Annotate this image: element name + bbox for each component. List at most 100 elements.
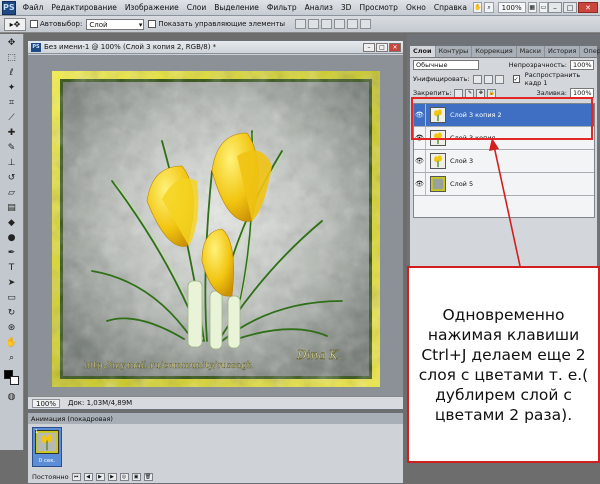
menu-layers[interactable]: Слои [183, 3, 211, 12]
autoselect-option[interactable]: Автовыбор: [30, 20, 82, 28]
align-right-icon[interactable] [360, 19, 372, 29]
marquee-tool-icon[interactable]: ⬚ [3, 51, 20, 64]
eyedropper-tool-icon[interactable]: ⟋ [3, 111, 20, 124]
frame-thumbnail [35, 430, 59, 454]
screen-mode-icon[interactable]: ▭ [538, 2, 548, 13]
align-top-icon[interactable] [295, 19, 307, 29]
layer-row[interactable]: 👁 Слой 5 [414, 173, 594, 196]
align-left-icon[interactable] [334, 19, 346, 29]
menu-edit[interactable]: Редактирование [47, 3, 120, 12]
unify-row: Унифицировать: ✓ Распространить кадр 1 [410, 71, 597, 87]
align-center-icon[interactable] [347, 19, 359, 29]
animation-panel: Анимация (покадровая) 1 0 сек. Постоянно… [27, 412, 404, 484]
opacity-input[interactable]: 100% [570, 60, 594, 70]
document-close-button[interactable]: ✕ [389, 42, 401, 52]
zoom-level-select[interactable]: 100% [497, 2, 526, 13]
align-middle-icon[interactable] [308, 19, 320, 29]
unify-buttons [472, 74, 504, 84]
unify-position-icon[interactable] [472, 74, 482, 84]
canvas-area[interactable]: http://my.mail.ru/community/russagh Dina… [28, 55, 403, 396]
brush-tool-icon[interactable]: ✎ [3, 141, 20, 154]
autoselect-target-select[interactable]: Слой [86, 18, 145, 30]
menu-view[interactable]: Просмотр [355, 3, 402, 12]
tab-actions[interactable]: Операции [580, 46, 600, 57]
pen-tool-icon[interactable]: ✒ [3, 246, 20, 259]
arrange-icon[interactable]: ▦ [527, 2, 537, 13]
canvas-artwork[interactable]: http://my.mail.ru/community/russagh Dina… [52, 71, 380, 387]
hand-tool-icon[interactable]: ✋ [3, 336, 20, 349]
zoom-icon[interactable]: ⌕ [484, 2, 494, 13]
quick-mask-icon[interactable]: ◍ [3, 390, 20, 403]
move-tool-preset[interactable]: ▸✥ [4, 17, 26, 31]
eraser-tool-icon[interactable]: ▱ [3, 186, 20, 199]
loop-select[interactable]: Постоянно [32, 473, 69, 481]
blur-tool-icon[interactable]: ◆ [3, 216, 20, 229]
tab-masks[interactable]: Маски [517, 46, 545, 57]
next-frame-icon[interactable]: ▶ [107, 473, 117, 481]
menu-select[interactable]: Выделение [210, 3, 263, 12]
magic-wand-tool-icon[interactable]: ✦ [3, 81, 20, 94]
dodge-tool-icon[interactable]: ● [3, 231, 20, 244]
maximize-button[interactable]: □ [563, 2, 577, 13]
align-bottom-icon[interactable] [321, 19, 333, 29]
minimize-button[interactable]: – [548, 2, 562, 13]
menu-image[interactable]: Изображение [121, 3, 183, 12]
healing-tool-icon[interactable]: ✚ [3, 126, 20, 139]
tab-paths[interactable]: Контуры [436, 46, 473, 57]
menu-3d[interactable]: 3D [337, 3, 356, 12]
3d-rotate-tool-icon[interactable]: ↻ [3, 306, 20, 319]
stamp-tool-icon[interactable]: ⊥ [3, 156, 20, 169]
autoselect-checkbox[interactable] [30, 20, 38, 28]
menu-filter[interactable]: Фильтр [263, 3, 301, 12]
layer-thumbnail [430, 176, 446, 192]
background-color-swatch[interactable] [10, 376, 19, 385]
lasso-tool-icon[interactable]: ℓ [3, 66, 20, 79]
history-brush-tool-icon[interactable]: ↺ [3, 171, 20, 184]
menu-analysis[interactable]: Анализ [301, 3, 337, 12]
first-frame-icon[interactable]: ⏮ [71, 473, 81, 481]
delete-frame-icon[interactable]: 🗑 [143, 473, 153, 481]
move-tool-icon[interactable]: ✥ [3, 36, 20, 49]
zoom-tool-icon[interactable]: ⌕ [3, 351, 20, 364]
align-buttons [295, 19, 372, 29]
type-tool-icon[interactable]: T [3, 261, 20, 274]
propagate-frame-checkbox[interactable]: ✓ [512, 75, 520, 83]
animation-frame[interactable]: 1 0 сек. [32, 427, 62, 467]
play-icon[interactable]: ▶ [95, 473, 105, 481]
path-select-tool-icon[interactable]: ➤ [3, 276, 20, 289]
gradient-tool-icon[interactable]: ▤ [3, 201, 20, 214]
visibility-eye-icon[interactable]: 👁 [414, 173, 426, 195]
close-button[interactable]: ✕ [578, 2, 598, 13]
transform-controls-option[interactable]: Показать управляющие элементы [148, 20, 285, 28]
crop-tool-icon[interactable]: ⌗ [3, 96, 20, 109]
tween-icon[interactable]: ◎ [119, 473, 129, 481]
unify-visibility-icon[interactable] [483, 74, 493, 84]
tab-adjustments[interactable]: Коррекция [472, 46, 517, 57]
tab-history[interactable]: История [545, 46, 581, 57]
frame-delay[interactable]: 0 сек. [33, 458, 61, 464]
document-window-controls: – □ ✕ [363, 42, 401, 52]
menu-help[interactable]: Справка [430, 3, 471, 12]
workspace-background [0, 450, 24, 484]
menu-bar: PS Файл Редактирование Изображение Слои … [0, 0, 600, 16]
annotation-text: Одновременно нажимая клавиши Ctrl+J дела… [418, 305, 589, 424]
previous-frame-icon[interactable]: ◀ [83, 473, 93, 481]
tab-layers[interactable]: Слои [410, 46, 436, 57]
hand-icon[interactable]: ✋ [472, 2, 483, 13]
visibility-eye-icon[interactable]: 👁 [414, 150, 426, 172]
menu-file[interactable]: Файл [19, 3, 48, 12]
document-maximize-button[interactable]: □ [376, 42, 388, 52]
layer-name: Слой 5 [450, 180, 474, 188]
menu-window[interactable]: Окно [402, 3, 430, 12]
blend-mode-select[interactable]: Обычные [413, 60, 479, 70]
3d-orbit-tool-icon[interactable]: ⊛ [3, 321, 20, 334]
document-minimize-button[interactable]: – [363, 42, 375, 52]
shape-tool-icon[interactable]: ▭ [3, 291, 20, 304]
document-title-bar[interactable]: PS Без имени-1 @ 100% (Слой 3 копия 2, R… [28, 41, 403, 54]
unify-style-icon[interactable] [494, 74, 504, 84]
status-zoom-field[interactable]: 100% [32, 398, 61, 408]
transform-controls-checkbox[interactable] [148, 20, 157, 28]
layer-row[interactable]: 👁 Слой 3 [414, 150, 594, 173]
layer-name: Слой 3 [450, 157, 474, 165]
duplicate-frame-icon[interactable]: ▣ [131, 473, 141, 481]
